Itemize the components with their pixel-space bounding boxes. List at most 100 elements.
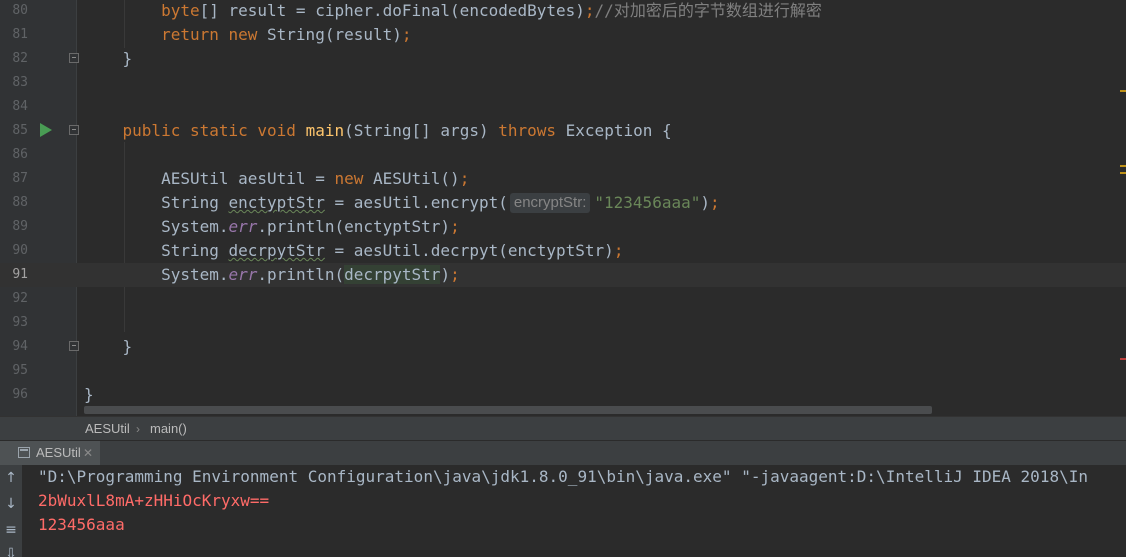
code-line[interactable]: 91 System.err.println(decrpytStr); bbox=[0, 263, 1126, 287]
tab-aesutil-run[interactable]: AESUtil ✕ bbox=[0, 441, 100, 465]
code-token: ; bbox=[450, 217, 460, 236]
line-number: 86 bbox=[12, 147, 28, 162]
code-editor[interactable]: 80 byte[] result = cipher.doFinal(encode… bbox=[0, 0, 1126, 416]
code-token: byte bbox=[161, 1, 200, 20]
code-token: err bbox=[228, 265, 258, 284]
code-text: } bbox=[84, 383, 94, 407]
chevron-right-icon: › bbox=[136, 422, 140, 436]
code-line[interactable]: 85 public static void main(String[] args… bbox=[0, 119, 1126, 143]
scroll-to-end-icon[interactable]: ⇩ bbox=[0, 543, 22, 557]
code-line[interactable]: 96} bbox=[0, 383, 1126, 407]
code-token: ; bbox=[584, 1, 595, 20]
line-number: 83 bbox=[12, 75, 28, 90]
soft-wrap-icon[interactable]: ≡ bbox=[0, 519, 22, 541]
code-text: String enctyptStr = aesUtil.encrypt(encr… bbox=[84, 191, 720, 215]
code-token: ) bbox=[440, 265, 451, 284]
line-number: 91 bbox=[12, 267, 28, 282]
line-number: 93 bbox=[12, 315, 28, 330]
code-line[interactable]: 89 System.err.println(enctyptStr); bbox=[0, 215, 1126, 239]
code-token: .println(enctyptStr) bbox=[257, 217, 451, 236]
error-stripe-marker bbox=[1120, 90, 1126, 92]
run-gutter-icon[interactable] bbox=[40, 123, 52, 137]
code-text: String decrpytStr = aesUtil.decrpyt(enct… bbox=[84, 239, 623, 263]
code-token: throws bbox=[498, 121, 566, 140]
code-text: AESUtil aesUtil = new AESUtil(); bbox=[84, 167, 469, 191]
fold-icon[interactable] bbox=[69, 341, 79, 351]
arrow-up-icon[interactable]: ↑ bbox=[0, 467, 22, 489]
code-line[interactable]: 84 bbox=[0, 95, 1126, 119]
code-line[interactable]: 93 bbox=[0, 311, 1126, 335]
code-line[interactable]: 82 } bbox=[0, 47, 1126, 71]
line-number: 82 bbox=[12, 51, 28, 66]
code-text: } bbox=[84, 47, 133, 71]
code-token: ; bbox=[450, 265, 460, 284]
code-token: decrpytStr bbox=[344, 265, 441, 284]
breadcrumb-class[interactable]: AESUtil bbox=[85, 417, 130, 441]
code-line[interactable]: 83 bbox=[0, 71, 1126, 95]
line-number: 88 bbox=[12, 195, 28, 210]
run-console[interactable]: ↑ ↓ ≡ ⇩ "D:\Programming Environment Conf… bbox=[0, 465, 1126, 557]
code-token: System. bbox=[84, 217, 229, 236]
code-token: new bbox=[334, 169, 373, 188]
code-text: byte[] result = cipher.doFinal(encodedBy… bbox=[84, 0, 822, 23]
run-tool-window-tabs: AESUtil ✕ bbox=[0, 440, 1126, 465]
code-token: err bbox=[228, 217, 258, 236]
line-number: 87 bbox=[12, 171, 28, 186]
code-token: String(result) bbox=[257, 25, 402, 44]
code-line[interactable]: 86 bbox=[0, 143, 1126, 167]
code-token: ) bbox=[700, 193, 710, 212]
line-number: 90 bbox=[12, 243, 28, 258]
code-token: = aesUtil.encrypt( bbox=[324, 193, 508, 212]
error-stripe-marker bbox=[1120, 165, 1126, 167]
code-token: .println( bbox=[257, 265, 345, 284]
code-token: return new bbox=[161, 25, 258, 44]
code-token: } bbox=[84, 49, 133, 68]
code-token: String bbox=[84, 193, 229, 212]
code-token: Exception { bbox=[565, 121, 672, 140]
console-icon bbox=[18, 447, 30, 458]
code-line[interactable]: 81 return new String(result); bbox=[0, 23, 1126, 47]
code-token: = aesUtil.decrpyt(enctyptStr) bbox=[324, 241, 614, 260]
line-number: 84 bbox=[12, 99, 28, 114]
code-token: "123456aaa" bbox=[594, 193, 701, 212]
code-token: System. bbox=[84, 265, 229, 284]
code-token: } bbox=[84, 337, 133, 356]
code-token: ; bbox=[710, 193, 720, 212]
code-token: (String[] args) bbox=[344, 121, 499, 140]
code-line[interactable]: 95 bbox=[0, 359, 1126, 383]
code-text: public static void main(String[] args) t… bbox=[84, 119, 672, 143]
code-token: AESUtil aesUtil = bbox=[84, 169, 335, 188]
line-number: 85 bbox=[12, 123, 28, 138]
code-text: } bbox=[84, 335, 133, 359]
close-icon[interactable]: ✕ bbox=[83, 441, 93, 465]
code-token: decrpytStr bbox=[228, 241, 325, 260]
code-token: main bbox=[305, 121, 345, 140]
code-token: ; bbox=[613, 241, 624, 260]
horizontal-scrollbar[interactable] bbox=[84, 406, 932, 414]
code-line[interactable]: 92 bbox=[0, 287, 1126, 311]
code-line[interactable]: 80 byte[] result = cipher.doFinal(encode… bbox=[0, 0, 1126, 23]
console-toolbar: ↑ ↓ ≡ ⇩ bbox=[0, 465, 22, 557]
code-line[interactable]: 87 AESUtil aesUtil = new AESUtil(); bbox=[0, 167, 1126, 191]
code-token: ; bbox=[459, 169, 470, 188]
fold-icon[interactable] bbox=[69, 53, 79, 63]
line-number: 80 bbox=[12, 3, 28, 18]
line-number: 81 bbox=[12, 27, 28, 42]
code-line[interactable]: 88 String enctyptStr = aesUtil.encrypt(e… bbox=[0, 191, 1126, 215]
fold-icon[interactable] bbox=[69, 125, 79, 135]
line-number: 96 bbox=[12, 387, 28, 402]
console-line: "D:\Programming Environment Configuratio… bbox=[38, 467, 1088, 486]
code-text: System.err.println(enctyptStr); bbox=[84, 215, 460, 239]
run-tab-label: AESUtil bbox=[36, 445, 81, 460]
arrow-down-icon[interactable]: ↓ bbox=[0, 493, 22, 515]
console-line: 123456aaa bbox=[38, 515, 125, 534]
code-line[interactable]: 90 String decrpytStr = aesUtil.decrpyt(e… bbox=[0, 239, 1126, 263]
line-number: 92 bbox=[12, 291, 28, 306]
breadcrumb-method[interactable]: main() bbox=[150, 417, 187, 441]
code-line[interactable]: 94 } bbox=[0, 335, 1126, 359]
code-token: } bbox=[84, 385, 94, 404]
error-stripe-marker bbox=[1120, 172, 1126, 174]
